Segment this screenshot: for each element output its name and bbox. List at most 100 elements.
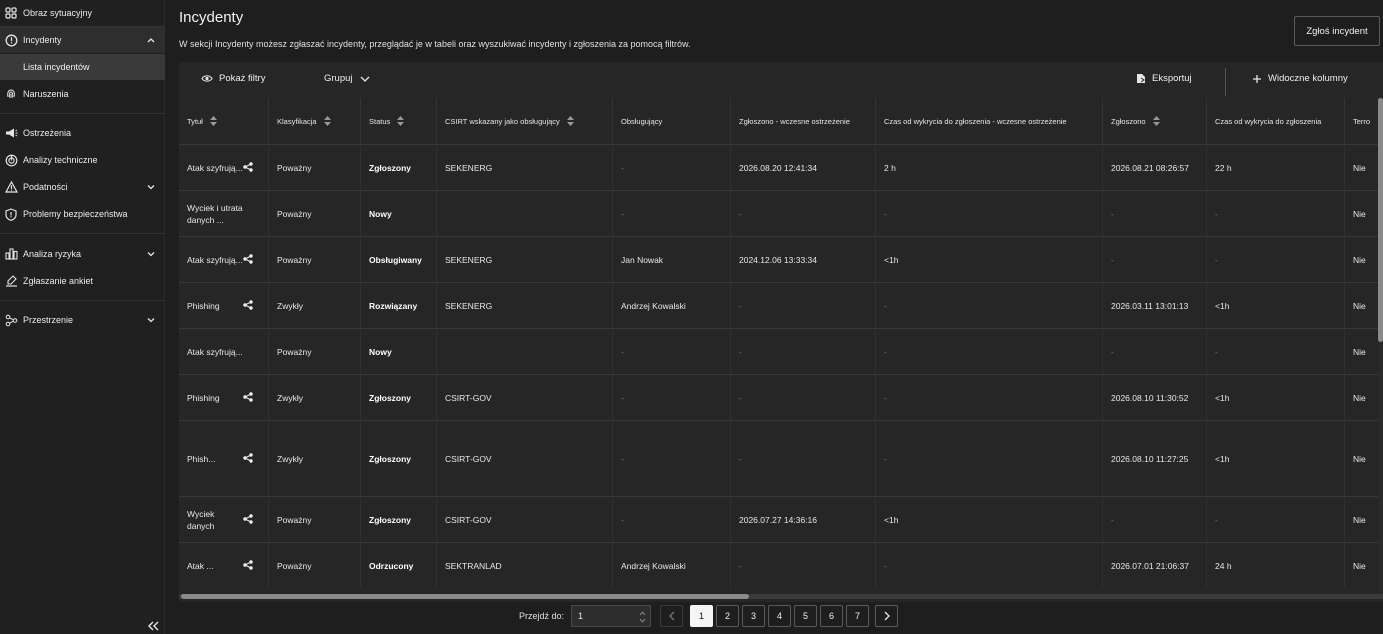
sidebar-item-zglaszanie-ankiet[interactable]: Zgłaszanie ankiet — [0, 268, 165, 294]
sort-icon[interactable] — [1152, 115, 1161, 127]
sidebar-item-incydenty[interactable]: Incydenty — [0, 27, 165, 53]
table-row[interactable]: Atak ... Poważny Odrzucony SEKTRANLAD Andrze… — [179, 542, 1383, 588]
early-warning-date-cell: - — [731, 329, 876, 374]
next-page-button[interactable] — [875, 605, 898, 627]
export-icon — [1137, 74, 1145, 83]
sort-icon[interactable] — [566, 115, 575, 127]
title-cell[interactable]: Atak szyfrują... — [179, 329, 269, 374]
title-cell[interactable]: Atak szyfrują... — [179, 237, 269, 282]
column-header-label: Czas od wykrycia do zgłoszenia - wczesne… — [884, 116, 1067, 126]
column-header: Czas od wykrycia do zgłoszenia — [1207, 98, 1345, 144]
share-icon[interactable] — [243, 300, 253, 310]
table-row[interactable]: Atak szyfrują... Poważny Nowy - - - - - Nie — [179, 328, 1383, 374]
sidebar-item-analizy-techniczne[interactable]: Analizy techniczne — [0, 147, 165, 173]
plus-icon — [1253, 74, 1261, 83]
title-cell[interactable]: Phishing — [179, 283, 269, 328]
share-icon[interactable] — [243, 514, 253, 524]
collapse-sidebar-icon[interactable] — [146, 620, 160, 632]
table-row[interactable]: Phishing Zwykły Rozwiązany SEKENERG Andrzej … — [179, 282, 1383, 328]
column-header[interactable]: Status — [361, 98, 437, 144]
handler-cell-text: - — [621, 453, 624, 464]
prev-page-button[interactable] — [660, 605, 683, 627]
terro-cell-text: Nie — [1353, 300, 1366, 311]
report-time-cell-text: - — [1215, 514, 1218, 525]
vertical-scrollbar[interactable] — [1378, 98, 1383, 594]
share-icon[interactable] — [243, 560, 253, 570]
page-button[interactable]: 3 — [742, 605, 765, 627]
export-button[interactable]: Eksportuj — [1136, 73, 1192, 84]
group-label: Grupuj — [324, 73, 353, 84]
column-header[interactable]: CSIRT wskazany jako obsługujący — [437, 98, 613, 144]
page-button[interactable]: 7 — [846, 605, 869, 627]
visible-columns-button[interactable]: Widoczne kolumny — [1252, 73, 1348, 84]
share-icon[interactable] — [243, 162, 253, 172]
page-button[interactable]: 2 — [716, 605, 739, 627]
table-row[interactable]: Wyciek i utrata danych ... Poważny Nowy - - -… — [179, 190, 1383, 236]
sidebar-subitem-lista-incydentow[interactable]: Lista incydentów — [0, 54, 165, 80]
early-warning-time-cell: - — [876, 421, 1103, 496]
sidebar-item-analiza-ryzyka[interactable]: Analiza ryzyka — [0, 241, 165, 267]
sort-icon[interactable] — [209, 115, 218, 127]
table-row[interactable]: Phish... Zwykły Zgłoszony CSIRT-GOV - - - 2026.… — [179, 420, 1383, 496]
handler-cell: Andrzej Kowalski — [613, 283, 731, 328]
status-cell: Nowy — [361, 191, 437, 236]
bar-chart-icon — [4, 247, 18, 261]
sort-icon[interactable] — [323, 115, 332, 127]
terro-cell-text: Nie — [1353, 162, 1366, 173]
horizontal-scrollbar[interactable] — [179, 594, 1383, 599]
early-warning-date-cell: - — [731, 375, 876, 420]
handler-cell: - — [613, 375, 731, 420]
sort-icon[interactable] — [396, 115, 405, 127]
title-cell[interactable]: Wyciek danych — [179, 497, 269, 542]
survey-icon — [4, 274, 18, 288]
column-header: Obsługujący — [613, 98, 731, 144]
chevron-left-icon — [668, 611, 674, 621]
sidebar-item-przestrzenie[interactable]: Przestrzenie — [0, 307, 165, 333]
column-header-label: CSIRT wskazany jako obsługujący — [445, 116, 560, 126]
sidebar-item-podatnosci[interactable]: Podatności — [0, 174, 165, 200]
page-button[interactable]: 5 — [794, 605, 817, 627]
page-button[interactable]: 1 — [690, 605, 713, 627]
csirt-cell: CSIRT-GOV — [437, 497, 613, 542]
sidebar-item-naruszenia[interactable]: Naruszenia — [0, 81, 165, 107]
column-header[interactable]: Zgłoszono — [1103, 98, 1207, 144]
table-row[interactable]: Atak szyfrują... Poważny Zgłoszony SEKENERG… — [179, 144, 1383, 190]
report-time-cell: - — [1207, 329, 1345, 374]
title-cell[interactable]: Phish... — [179, 421, 269, 496]
title-cell[interactable]: Atak szyfrują... — [179, 145, 269, 190]
show-filters-button[interactable]: Pokaż filtry — [201, 73, 265, 84]
stepper-icon[interactable] — [639, 609, 646, 625]
sidebar-item-obraz-sytuacyjny[interactable]: Obraz sytuacyjny — [0, 0, 165, 26]
table-row[interactable]: Atak szyfrują... Poważny Obsługiwany SEKENE… — [179, 236, 1383, 282]
csirt-cell-text: SEKENERG — [445, 162, 493, 173]
early-warning-date-cell: - — [731, 421, 876, 496]
share-icon[interactable] — [243, 392, 253, 402]
goto-page-input[interactable]: 1 — [571, 605, 651, 627]
column-header[interactable]: Klasyfikacja — [269, 98, 361, 144]
reported-date-cell-text: 2026.07.01 21:06:37 — [1111, 560, 1189, 571]
title-cell[interactable]: Wyciek i utrata danych ... — [179, 191, 269, 236]
status-cell-text: Zgłoszony — [369, 392, 412, 403]
page-button[interactable]: 6 — [820, 605, 843, 627]
classification-cell-text: Poważny — [277, 208, 312, 219]
scrollbar-thumb[interactable] — [181, 594, 749, 599]
report-time-cell-text: - — [1215, 346, 1218, 357]
title-cell-text: Atak szyfrują... — [187, 162, 243, 173]
group-button[interactable]: Grupuj — [324, 73, 371, 84]
share-icon[interactable] — [243, 254, 253, 264]
column-header[interactable]: Tytuł — [179, 98, 269, 144]
sidebar-item-problemy-bezpieczenstwa[interactable]: Problemy bezpieczeństwa — [0, 201, 165, 227]
table-row[interactable]: Phishing Zwykły Zgłoszony CSIRT-GOV - - - 2026.… — [179, 374, 1383, 420]
column-header: Czas od wykrycia do zgłoszenia - wczesne… — [876, 98, 1103, 144]
title-cell[interactable]: Phishing — [179, 375, 269, 420]
scrollbar-thumb[interactable] — [1378, 98, 1383, 342]
early-warning-date-cell: 2026.08.20 12:41:34 — [731, 145, 876, 190]
classification-cell-text: Poważny — [277, 514, 312, 525]
page-button[interactable]: 4 — [768, 605, 791, 627]
table-row[interactable]: Wyciek danych Poważny Zgłoszony CSIRT-GOV - 2… — [179, 496, 1383, 542]
report-incident-button[interactable]: Zgłoś incydent — [1294, 16, 1380, 46]
share-icon[interactable] — [243, 453, 253, 463]
title-cell[interactable]: Atak ... — [179, 543, 269, 588]
sidebar-item-ostrzezenia[interactable]: Ostrzeżenia — [0, 120, 165, 146]
early-warning-date-cell: - — [731, 191, 876, 236]
